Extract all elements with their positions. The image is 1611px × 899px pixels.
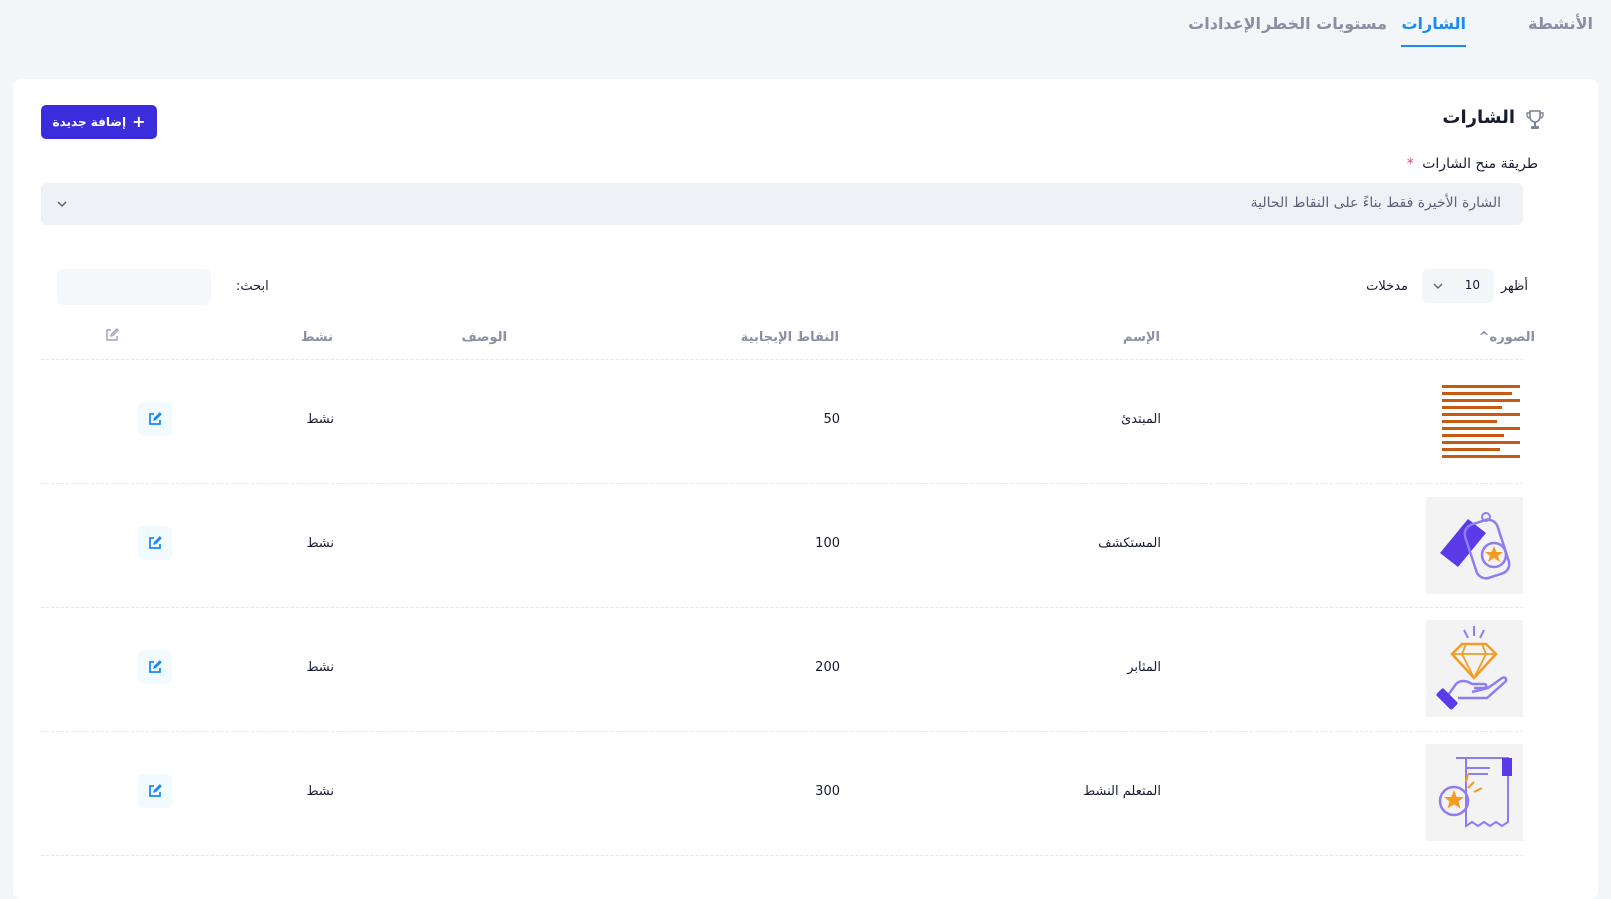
badge-image (1426, 620, 1523, 717)
column-header-status[interactable]: نشط (301, 330, 333, 345)
column-header-points[interactable]: النقاط الإيجابية (741, 330, 839, 345)
add-new-label: إضافة جديدة (52, 115, 127, 129)
search-input[interactable] (57, 269, 211, 305)
badge-image (1426, 744, 1523, 841)
edit-button[interactable] (138, 526, 172, 560)
column-header-image[interactable]: الصوره^ (1479, 330, 1535, 345)
entries-label: مدخلات (1366, 279, 1408, 294)
badge-image (1426, 497, 1523, 594)
badge-points: 100 (815, 536, 840, 551)
table-row: المثابر 200 نشط (41, 608, 1523, 731)
edit-icon (106, 328, 119, 341)
chevron-down-icon (57, 201, 67, 208)
badge-points: 300 (815, 784, 840, 799)
search-label: ابحث: (236, 279, 269, 294)
badge-image (1426, 373, 1523, 470)
column-header-name[interactable]: الإسم (1123, 330, 1160, 345)
award-method-select[interactable]: الشارة الأخيرة فقط بناءً على النقاط الحا… (41, 183, 1523, 225)
edit-button[interactable] (138, 402, 172, 436)
edit-button[interactable] (138, 774, 172, 808)
badges-card: الشارات + إضافة جديدة طريقة منح الشارات … (13, 79, 1598, 899)
edit-icon (149, 536, 162, 549)
badge-status: نشط (306, 412, 334, 427)
award-method-label: طريقة منح الشارات * (1407, 156, 1538, 172)
sort-asc-icon: ^ (1478, 330, 1490, 345)
column-header-description[interactable]: الوصف (461, 330, 507, 345)
badge-status: نشط (306, 660, 334, 675)
edit-icon (149, 412, 162, 425)
table-row: المبتدئ 50 نشط (41, 360, 1523, 483)
tab-risk-levels[interactable]: مستويات الخطر (1262, 14, 1387, 45)
badge-status: نشط (306, 784, 334, 799)
badge-points: 200 (815, 660, 840, 675)
tab-settings[interactable]: الإعدادات (1188, 14, 1261, 45)
badge-name: المستكشف (1098, 536, 1161, 551)
entries-value: 10 (1464, 278, 1480, 292)
plus-icon: + (132, 112, 146, 131)
award-method-label-text: طريقة منح الشارات (1422, 156, 1538, 172)
show-label: أظهر (1500, 279, 1528, 294)
badge-status: نشط (306, 536, 334, 551)
chevron-down-icon (1433, 283, 1443, 289)
card-title: الشارات (1442, 107, 1515, 128)
row-divider (41, 855, 1523, 856)
diamond-hand-badge-icon (1436, 626, 1508, 710)
award-method-selected: الشارة الأخيرة فقط بناءً على النقاط الحا… (1250, 195, 1501, 211)
badge-name: المبتدئ (1121, 412, 1161, 427)
badge-points: 50 (823, 412, 840, 427)
trophy-icon (1526, 110, 1544, 129)
column-header-image-label: الصوره (1489, 330, 1535, 345)
table-row: المتعلم النشط 300 نشط (41, 732, 1523, 855)
edit-icon (149, 784, 162, 797)
edit-icon (149, 660, 162, 673)
table-row: المستكشف 100 نشط (41, 484, 1523, 607)
badge-name: المتعلم النشط (1083, 784, 1161, 799)
top-tabs: الأنشطة الشارات مستويات الخطر الإعدادات (0, 0, 1611, 62)
certificate-star-badge-icon (1438, 757, 1512, 828)
tab-activities[interactable]: الأنشطة (1528, 14, 1593, 45)
entries-select[interactable]: 10 (1422, 269, 1494, 303)
tag-star-badge-icon (1440, 512, 1511, 580)
add-new-button[interactable]: + إضافة جديدة (41, 105, 157, 139)
tab-badges[interactable]: الشارات (1401, 14, 1466, 47)
required-mark: * (1406, 156, 1414, 172)
striped-badge-icon (1442, 385, 1520, 458)
edit-button[interactable] (138, 650, 172, 684)
badge-name: المثابر (1127, 660, 1161, 675)
